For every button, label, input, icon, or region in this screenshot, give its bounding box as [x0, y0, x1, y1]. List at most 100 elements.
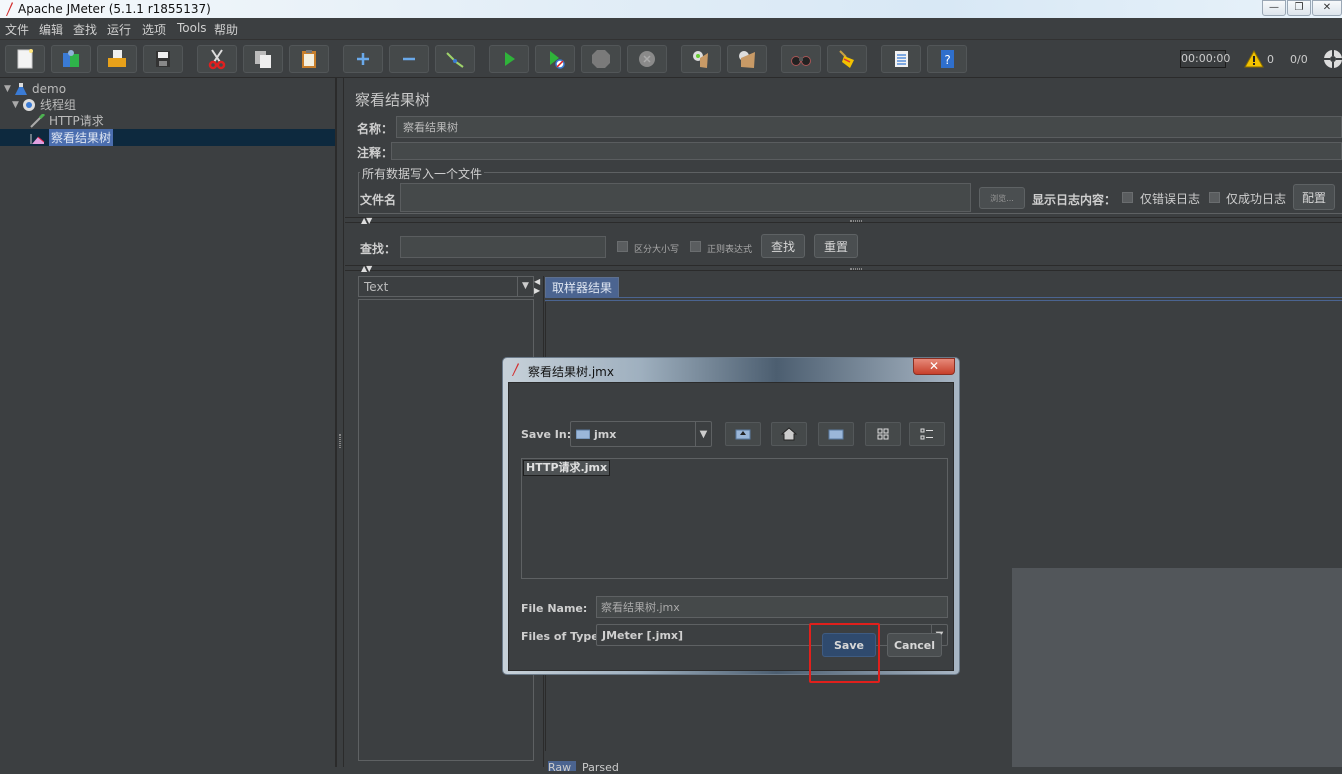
shutdown-button[interactable]	[627, 45, 667, 73]
list-view-button[interactable]	[865, 422, 901, 446]
splitter-grip[interactable]	[339, 434, 341, 448]
minimize-button[interactable]: —	[1262, 0, 1286, 16]
comment-input[interactable]	[391, 142, 1342, 160]
tab-underline	[545, 297, 1342, 301]
copy-button[interactable]	[243, 45, 283, 73]
up-folder-button[interactable]	[725, 422, 761, 446]
menu-options[interactable]: 选项	[142, 21, 166, 38]
save-in-select[interactable]: jmx ▼	[570, 421, 712, 447]
function-helper-button[interactable]	[881, 45, 921, 73]
plus-icon	[357, 53, 369, 65]
home-icon	[781, 427, 797, 441]
menu-tools[interactable]: Tools	[177, 21, 207, 35]
tab-raw[interactable]: Raw	[548, 761, 576, 774]
tree-item-view-results-tree[interactable]: 察看结果树	[0, 129, 335, 146]
name-label: 名称：	[357, 122, 394, 136]
stop-button[interactable]	[581, 45, 621, 73]
tree-item-thread-group[interactable]: ▼ 线程组	[12, 96, 76, 113]
regex-checkbox[interactable]	[690, 241, 701, 252]
clear-button[interactable]	[681, 45, 721, 73]
testplan-flask-icon	[15, 82, 27, 95]
new-file-icon	[17, 49, 33, 69]
tab-sampler-result[interactable]: 取样器结果	[545, 277, 620, 297]
broom-icon	[839, 50, 854, 68]
filename-label: 文件名	[360, 193, 397, 207]
warning-icon[interactable]	[1244, 50, 1264, 68]
function-list-icon	[895, 51, 908, 67]
new-folder-button[interactable]	[818, 422, 854, 446]
paste-button[interactable]	[289, 45, 329, 73]
clear-all-button[interactable]	[727, 45, 767, 73]
regex-label: 正则表达式	[707, 245, 753, 255]
save-toolbar-button[interactable]	[143, 45, 183, 73]
cancel-button[interactable]: Cancel	[887, 633, 942, 657]
collapse-arrows-icon[interactable]: ▲▼	[361, 264, 372, 273]
clear-icon	[693, 51, 708, 68]
errors-only-checkbox[interactable]	[1122, 192, 1133, 203]
start-button[interactable]	[489, 45, 529, 73]
menu-search[interactable]: 查找	[73, 21, 97, 38]
search-toolbar-button[interactable]	[781, 45, 821, 73]
browse-button[interactable]: 浏览...	[979, 187, 1025, 209]
expand-all-button[interactable]	[343, 45, 383, 73]
case-sensitive-label: 区分大小写	[634, 245, 680, 255]
restore-button[interactable]: ❐	[1287, 0, 1311, 16]
divider-grip[interactable]	[850, 268, 862, 270]
start-no-pauses-button[interactable]	[535, 45, 575, 73]
split-arrows-icon[interactable]: ◀ ▶	[534, 277, 540, 295]
save-in-label: Save In:	[521, 428, 572, 441]
close-window-button[interactable]: ✕	[1312, 0, 1342, 16]
test-plan-tree: ▼ demo ▼ 线程组 HTTP请求 察看结果树	[0, 78, 336, 767]
save-button[interactable]: Save	[822, 633, 876, 657]
templates-button[interactable]	[51, 45, 91, 73]
tree-item-demo[interactable]: ▼ demo	[4, 80, 66, 97]
collapse-divider-2[interactable]	[345, 265, 1342, 271]
collapse-all-button[interactable]	[389, 45, 429, 73]
file-name-label: File Name:	[521, 602, 588, 615]
copy-icon	[255, 51, 271, 68]
reset-button[interactable]: 重置	[814, 234, 858, 258]
file-item[interactable]: HTTP请求.jmx	[523, 460, 611, 476]
case-sensitive-checkbox[interactable]	[617, 241, 628, 252]
home-button[interactable]	[771, 422, 807, 446]
collapse-arrows-icon[interactable]: ▲▼	[361, 216, 372, 225]
templates-icon	[63, 50, 79, 67]
help-button[interactable]: ?	[927, 45, 967, 73]
open-folder-icon	[108, 50, 126, 67]
divider-grip[interactable]	[850, 220, 862, 222]
details-view-button[interactable]	[909, 422, 945, 446]
new-button[interactable]	[5, 45, 45, 73]
name-input[interactable]: 察看结果树	[396, 116, 1342, 138]
menu-run[interactable]: 运行	[107, 21, 131, 38]
open-button[interactable]	[97, 45, 137, 73]
play-icon	[505, 52, 515, 66]
expand-toggle-icon[interactable]: ▼	[12, 100, 22, 110]
file-name-input[interactable]: 察看结果树.jmx	[596, 596, 948, 618]
tree-item-http-request[interactable]: HTTP请求	[30, 112, 104, 129]
chevron-down-icon[interactable]: ▼	[695, 422, 711, 446]
svg-text:?: ?	[944, 53, 950, 67]
menu-file[interactable]: 文件	[5, 21, 29, 38]
tree-splitter[interactable]	[336, 78, 344, 767]
menu-edit[interactable]: 编辑	[39, 21, 63, 38]
menu-help[interactable]: 帮助	[214, 21, 238, 38]
list-view-icon	[877, 428, 889, 440]
file-list[interactable]: HTTP请求.jmx	[521, 458, 948, 579]
chevron-down-icon[interactable]: ▼	[517, 277, 533, 296]
renderer-select[interactable]: Text ▼	[358, 276, 534, 297]
filename-input[interactable]	[400, 183, 971, 212]
up-folder-icon	[735, 429, 751, 440]
search-input[interactable]	[400, 236, 606, 258]
expand-toggle-icon[interactable]: ▼	[4, 84, 14, 94]
toggle-icon	[446, 52, 464, 68]
search-button[interactable]: 查找	[761, 234, 805, 258]
success-only-checkbox[interactable]	[1209, 192, 1220, 203]
dialog-close-button[interactable]: ✕	[913, 358, 955, 375]
cut-button[interactable]	[197, 45, 237, 73]
configure-button[interactable]: 配置	[1293, 184, 1335, 210]
toggle-button[interactable]	[435, 45, 475, 73]
tab-parsed[interactable]: Parsed	[582, 761, 619, 774]
help-icon: ?	[941, 50, 954, 68]
reset-search-button[interactable]	[827, 45, 867, 73]
collapse-divider-1[interactable]	[345, 217, 1342, 223]
